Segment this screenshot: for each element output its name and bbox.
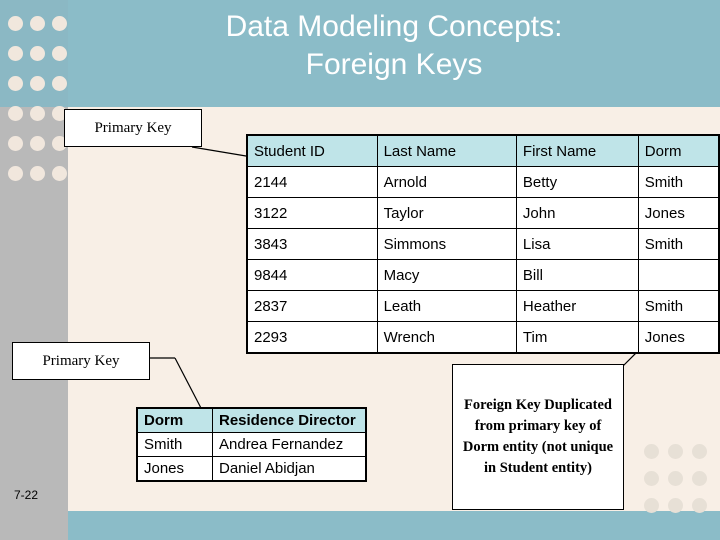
cell-residence-director: Daniel Abidjan (212, 456, 367, 482)
column-header-student-id: Student ID (246, 134, 378, 167)
decorative-dot (52, 166, 67, 181)
decorative-dot (30, 136, 45, 151)
cell-student-id: 9844 (246, 259, 378, 291)
column-header-residence-director: Residence Director (212, 407, 367, 433)
cell-residence-director: Andrea Fernandez (212, 432, 367, 457)
cell-first-name: Betty (515, 166, 639, 198)
callout-foreign-key: Foreign Key Duplicated from primary key … (452, 364, 624, 510)
decorative-dot (644, 498, 659, 513)
decorative-dot (8, 106, 23, 121)
decorative-dot (668, 498, 683, 513)
page-title: Data Modeling Concepts: Foreign Keys (68, 2, 720, 107)
cell-dorm: Jones (136, 456, 213, 482)
cell-student-id: 2144 (246, 166, 378, 198)
decorative-dot (52, 16, 67, 31)
cell-first-name: Lisa (515, 228, 639, 260)
page-title-line1: Data Modeling Concepts: (225, 10, 563, 43)
decorative-dot (644, 444, 659, 459)
cell-last-name: Macy (376, 259, 517, 291)
callout-primary-key-top: Primary Key (64, 109, 202, 147)
table-row: 3843 Simmons Lisa Smith (246, 228, 720, 260)
decorative-dot (52, 76, 67, 91)
cell-dorm: Jones (637, 321, 720, 354)
decorative-dot (644, 471, 659, 486)
column-header-dorm: Dorm (637, 134, 720, 167)
cell-last-name: Simmons (376, 228, 517, 260)
decorative-dot (30, 106, 45, 121)
cell-student-id: 2837 (246, 290, 378, 322)
table-row: Jones Daniel Abidjan (136, 456, 367, 482)
decorative-dot (8, 76, 23, 91)
cell-student-id: 3843 (246, 228, 378, 260)
cell-dorm: Smith (136, 432, 213, 457)
cell-last-name: Taylor (376, 197, 517, 229)
cell-first-name: Tim (515, 321, 639, 354)
callout-primary-key-bottom-label: Primary Key (42, 352, 120, 369)
cell-last-name: Arnold (376, 166, 517, 198)
cell-student-id: 2293 (246, 321, 378, 354)
table-header-row: Dorm Residence Director (136, 407, 367, 433)
decorative-dot (30, 16, 45, 31)
callout-primary-key-bottom: Primary Key (12, 342, 150, 380)
table-row: 2837 Leath Heather Smith (246, 290, 720, 322)
decorative-dot (52, 46, 67, 61)
table-row: 2144 Arnold Betty Smith (246, 166, 720, 198)
cell-first-name: Bill (515, 259, 639, 291)
cell-student-id: 3122 (246, 197, 378, 229)
bottom-band-left (0, 511, 68, 540)
cell-first-name: Heather (515, 290, 639, 322)
table-header-row: Student ID Last Name First Name Dorm (246, 134, 720, 167)
table-row: Smith Andrea Fernandez (136, 432, 367, 457)
decorative-dot (8, 16, 23, 31)
dorm-entity-table: Dorm Residence Director Smith Andrea Fer… (136, 407, 367, 482)
column-header-first-name: First Name (515, 134, 639, 167)
student-entity-table: Student ID Last Name First Name Dorm 214… (246, 134, 720, 354)
callout-foreign-key-label: Foreign Key Duplicated from primary key … (462, 397, 614, 476)
table-row: 3122 Taylor John Jones (246, 197, 720, 229)
decorative-dot (8, 166, 23, 181)
column-header-last-name: Last Name (376, 134, 517, 167)
slide: Data Modeling Concepts: Foreign Keys Pri… (0, 0, 720, 540)
decorative-dot (668, 471, 683, 486)
page-number: 7-22 (14, 488, 39, 502)
column-header-dorm: Dorm (136, 407, 213, 433)
cell-dorm: Jones (637, 197, 720, 229)
decorative-dot (692, 471, 707, 486)
cell-dorm: Smith (637, 290, 720, 322)
cell-dorm: Smith (637, 166, 720, 198)
cell-dorm: Smith (637, 228, 720, 260)
decorative-dot (668, 444, 683, 459)
cell-last-name: Leath (376, 290, 517, 322)
decorative-dot (30, 46, 45, 61)
table-row: 2293 Wrench Tim Jones (246, 321, 720, 354)
bottom-band (0, 511, 720, 540)
cell-dorm (637, 259, 720, 291)
decorative-dot (692, 498, 707, 513)
decorative-dot (30, 166, 45, 181)
callout-primary-key-top-label: Primary Key (94, 119, 172, 136)
table-row: 9844 Macy Bill (246, 259, 720, 291)
cell-first-name: John (515, 197, 639, 229)
cell-last-name: Wrench (376, 321, 517, 354)
decorative-dot (8, 46, 23, 61)
page-title-line2: Foreign Keys (305, 48, 483, 81)
decorative-dot (692, 444, 707, 459)
decorative-dot (8, 136, 23, 151)
decorative-dot (30, 76, 45, 91)
